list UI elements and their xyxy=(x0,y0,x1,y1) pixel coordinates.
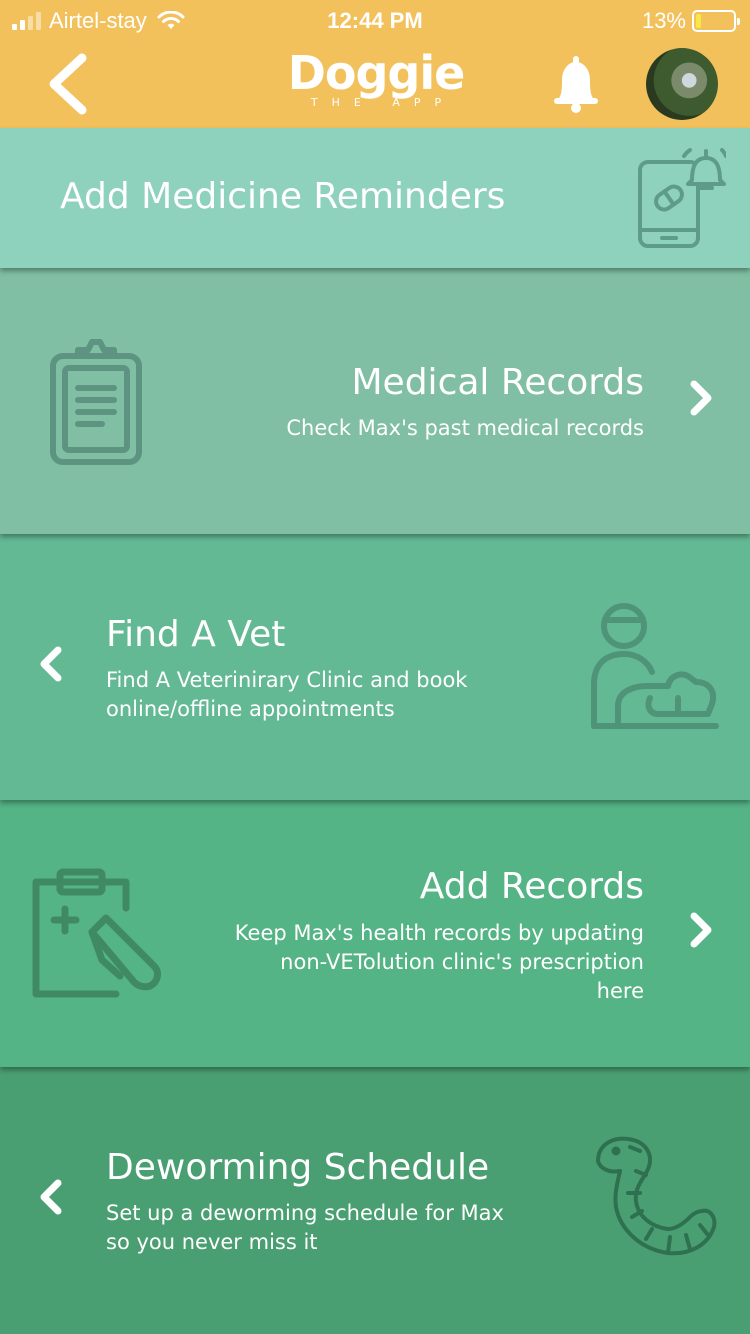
bell-icon[interactable] xyxy=(548,54,604,114)
chevron-left-icon[interactable] xyxy=(36,1177,66,1217)
deworming-title: Deworming Schedule xyxy=(106,1147,490,1188)
status-bar: Airtel-stay 12:44 PM 13% xyxy=(0,0,750,40)
app-header: Doggie THE APP xyxy=(0,40,750,128)
medical-records-title: Medical Records xyxy=(351,362,645,403)
medical-records-subtitle: Check Max's past medical records xyxy=(286,416,644,440)
add-records-card[interactable]: Add Records Keep Max's health records by… xyxy=(0,800,750,1067)
deworming-subtitle-line1: Set up a deworming schedule for Max xyxy=(106,1201,504,1225)
add-records-subtitle-line2: non-VETolution clinic's prescription xyxy=(280,950,644,974)
add-records-subtitle-line1: Keep Max's health records by updating xyxy=(234,921,644,945)
add-records-title: Add Records xyxy=(419,866,644,907)
deworming-schedule-card[interactable]: Deworming Schedule Set up a deworming sc… xyxy=(0,1067,750,1334)
find-vet-title: Find A Vet xyxy=(106,614,286,655)
medicine-reminders-title: Add Medicine Reminders xyxy=(60,176,506,217)
battery-icon xyxy=(692,10,740,32)
clipboard-pen-icon xyxy=(32,868,161,998)
back-button[interactable] xyxy=(40,52,100,116)
battery-level xyxy=(696,14,701,28)
chevron-right-icon[interactable] xyxy=(686,378,716,418)
logo-word: Doggie xyxy=(287,46,466,100)
find-vet-subtitle-line2: online/offline appointments xyxy=(106,697,395,721)
add-records-subtitle-line3: here xyxy=(596,979,644,1003)
battery-percent: 13% xyxy=(641,8,686,33)
chevron-right-icon[interactable] xyxy=(686,910,716,950)
vet-with-dog-icon xyxy=(591,603,719,729)
clock: 12:44 PM xyxy=(327,8,423,33)
chevron-left-icon[interactable] xyxy=(36,644,66,684)
profile-avatar[interactable] xyxy=(646,48,718,120)
medicine-reminders-card[interactable]: Add Medicine Reminders xyxy=(0,128,750,268)
phone-pill-alarm-icon xyxy=(638,148,726,248)
status-right: 13% xyxy=(641,8,740,34)
clipboard-icon xyxy=(50,339,142,465)
logo-subtitle: THE APP xyxy=(310,96,456,109)
medical-records-card[interactable]: Medical Records Check Max's past medical… xyxy=(0,268,750,534)
deworming-subtitle-line2: so you never miss it xyxy=(106,1230,318,1254)
find-vet-card[interactable]: Find A Vet Find A Veterinirary Clinic an… xyxy=(0,534,750,800)
app-logo: Doggie THE APP xyxy=(286,48,466,120)
worm-icon xyxy=(596,1136,717,1256)
find-vet-subtitle-line1: Find A Veterinirary Clinic and book xyxy=(106,668,468,692)
